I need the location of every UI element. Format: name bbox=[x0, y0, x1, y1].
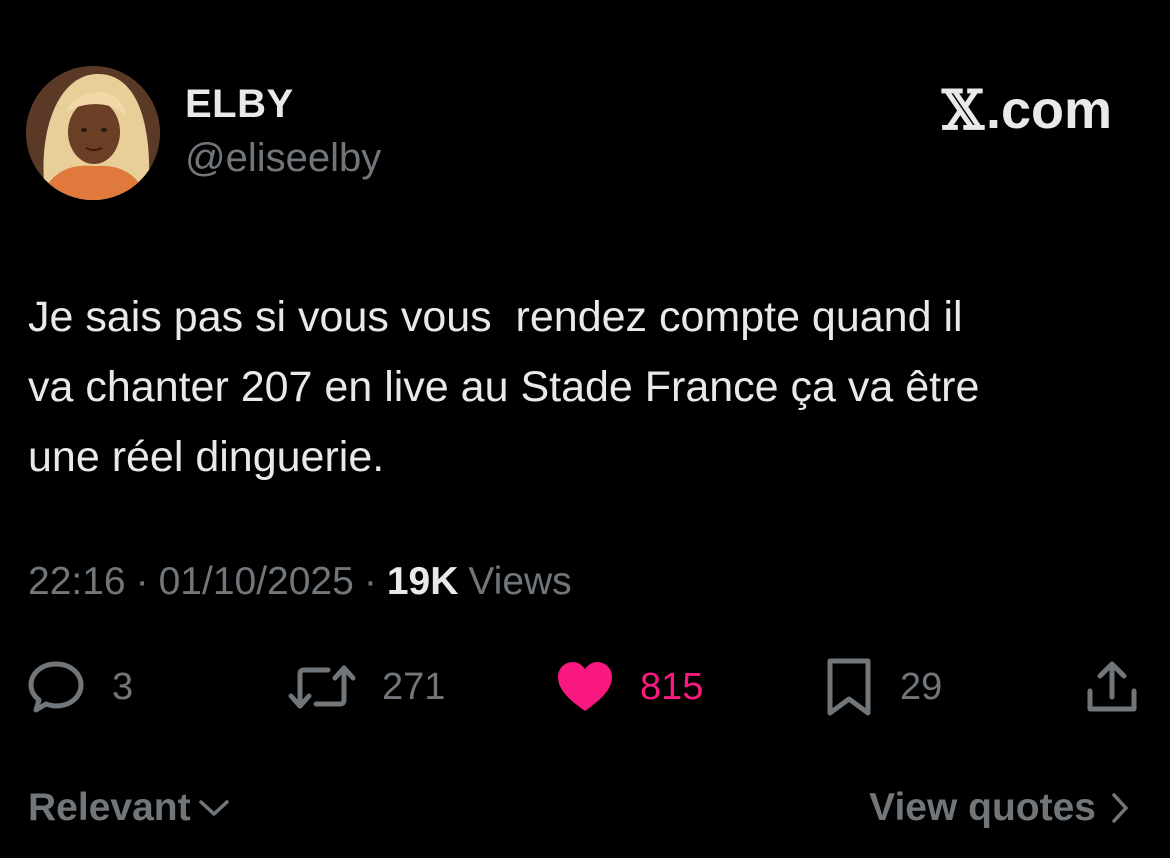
sort-dropdown[interactable]: Relevant bbox=[28, 786, 231, 830]
views-count[interactable]: 19K bbox=[387, 560, 459, 604]
reply-button[interactable]: 3 bbox=[28, 652, 133, 722]
share-button[interactable] bbox=[1084, 652, 1140, 722]
reply-icon bbox=[28, 661, 84, 713]
share-icon bbox=[1087, 661, 1137, 712]
meta-separator: · bbox=[135, 560, 149, 603]
reply-count: 3 bbox=[112, 665, 134, 708]
author-display-name[interactable]: ELBY bbox=[185, 82, 294, 127]
repost-count: 271 bbox=[382, 665, 446, 708]
brand-watermark: 𝕏 .com bbox=[942, 78, 1112, 142]
bookmark-icon bbox=[827, 658, 871, 716]
heart-icon bbox=[558, 662, 612, 711]
action-bar: 3 271 815 29 bbox=[0, 652, 1170, 722]
like-button[interactable]: 815 bbox=[556, 652, 703, 722]
repost-icon bbox=[288, 665, 356, 709]
like-count: 815 bbox=[640, 665, 704, 708]
repost-button[interactable]: 271 bbox=[288, 652, 445, 722]
x-logo-icon: 𝕏 bbox=[942, 78, 984, 142]
chevron-down-icon bbox=[198, 800, 229, 816]
bookmark-count: 29 bbox=[900, 665, 943, 708]
tweet-text: Je sais pas si vous vous rendez compte q… bbox=[28, 293, 980, 481]
view-quotes-label: View quotes bbox=[869, 786, 1096, 829]
tweet-date[interactable]: 01/10/2025 bbox=[159, 560, 354, 604]
sort-label: Relevant bbox=[28, 786, 191, 829]
bookmark-button[interactable]: 29 bbox=[824, 652, 942, 722]
meta-separator: · bbox=[363, 560, 377, 603]
chevron-right-icon bbox=[1112, 793, 1128, 823]
avatar[interactable] bbox=[26, 66, 160, 200]
tweet-time[interactable]: 22:16 bbox=[28, 560, 126, 604]
author-handle[interactable]: @eliseelby bbox=[185, 136, 381, 181]
brand-label: .com bbox=[985, 80, 1112, 140]
avatar-image bbox=[26, 66, 160, 200]
view-quotes-link[interactable]: View quotes bbox=[869, 786, 1132, 830]
tweet-meta: 22:16 · 01/10/2025 · 19K Views bbox=[28, 560, 572, 604]
views-label[interactable]: Views bbox=[468, 560, 571, 604]
